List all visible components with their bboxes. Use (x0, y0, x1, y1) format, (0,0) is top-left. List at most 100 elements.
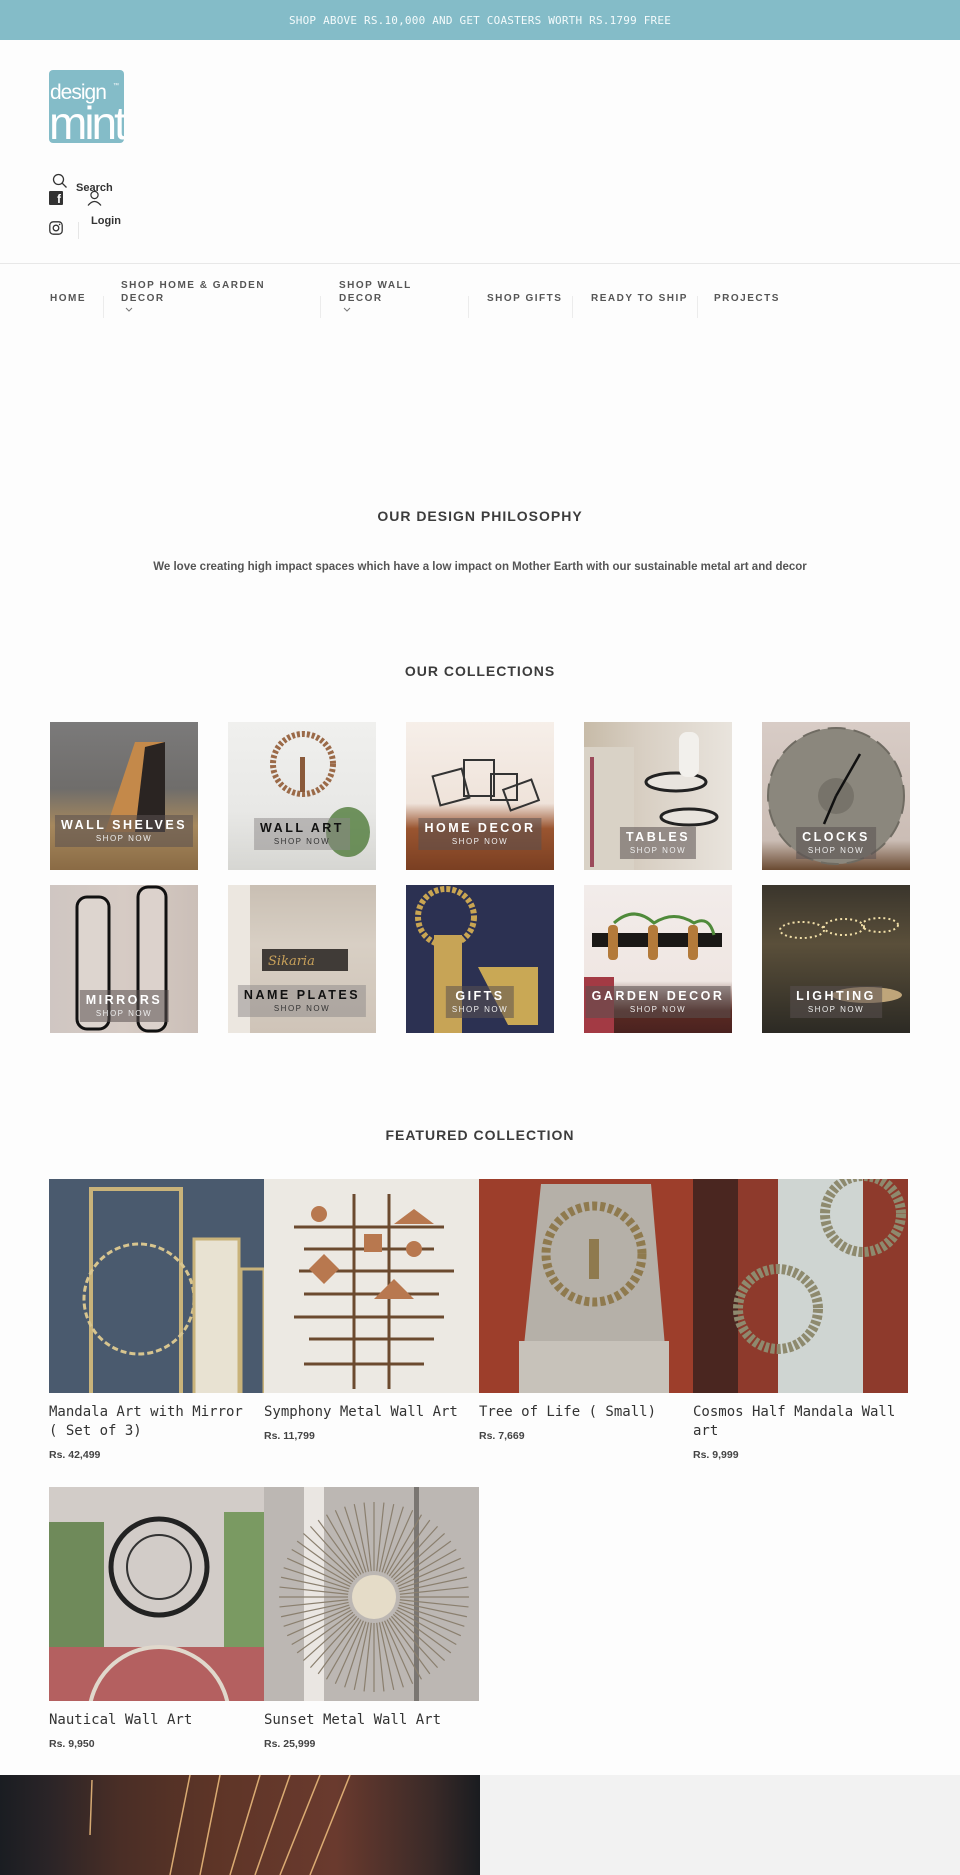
divider (78, 222, 79, 239)
shop-now-label: SHOP NOW (451, 837, 509, 846)
collection-tile-home-decor[interactable]: HOME DECOR SHOP NOW (406, 722, 554, 870)
chevron-down-icon (343, 303, 424, 316)
collection-label: WALL ART (260, 821, 344, 835)
facebook-icon[interactable]: f (49, 191, 63, 205)
product-card[interactable]: Nautical Wall Art Rs. 9,950 (49, 1487, 264, 1750)
shop-now-label: SHOP NOW (807, 846, 865, 855)
nav-item-ready-to-ship[interactable]: READY TO SHIP (591, 292, 688, 305)
nav-divider (697, 296, 698, 318)
nav-item-shop-home-garden-decor[interactable]: SHOP HOME & GARDEN DECOR (121, 279, 281, 316)
collection-tile-gifts[interactable]: GIFTS SHOP NOW (406, 885, 554, 1033)
collection-overlay: MIRRORS SHOP NOW (79, 990, 169, 1022)
logo-trademark: ™ (113, 83, 119, 89)
product-image (49, 1487, 264, 1701)
product-name[interactable]: Cosmos Half Mandala Wall art (693, 1403, 903, 1441)
shop-now-label: SHOP NOW (629, 846, 687, 855)
collection-label: LIGHTING (796, 989, 876, 1003)
product-price: Rs. 9,950 (49, 1738, 95, 1750)
collection-label: HOME DECOR (424, 821, 536, 835)
chevron-down-icon (125, 303, 281, 316)
product-card[interactable]: Symphony Metal Wall Art Rs. 11,799 (264, 1179, 479, 1442)
banner-panel (480, 1775, 960, 1875)
sunburst-ray (363, 1502, 372, 1572)
sunburst-ray (399, 1599, 469, 1608)
product-name[interactable]: Tree of Life ( Small) (479, 1403, 689, 1422)
collection-tile-clocks[interactable]: CLOCKS SHOP NOW (762, 722, 910, 870)
collection-image (105, 742, 165, 832)
product-name[interactable]: Nautical Wall Art (49, 1711, 259, 1730)
product-image (693, 1179, 908, 1393)
product-image (264, 1179, 479, 1393)
collection-tile-garden-decor[interactable]: GARDEN DECOR SHOP NOW (584, 885, 732, 1033)
collection-label: GARDEN DECOR (591, 989, 725, 1003)
collection-tile-wall-shelves[interactable]: WALL SHELVES SHOP NOW (50, 722, 198, 870)
collection-label: WALL SHELVES (60, 818, 188, 832)
header-divider (0, 263, 960, 264)
product-image-art (279, 1487, 469, 1701)
sunburst-ray (378, 1503, 395, 1572)
product-name[interactable]: Sunset Metal Wall Art (264, 1711, 474, 1730)
collection-tile-mirrors[interactable]: MIRRORS SHOP NOW (50, 885, 198, 1033)
collection-overlay: HOME DECOR SHOP NOW (418, 818, 542, 850)
collection-label: CLOCKS (802, 830, 870, 844)
product-card[interactable]: Cosmos Half Mandala Wall art Rs. 9,999 (693, 1179, 908, 1461)
product-image (479, 1179, 694, 1393)
sunburst-ray (399, 1601, 468, 1618)
nav-divider (468, 296, 469, 318)
brand-logo[interactable]: design ™ mint (49, 70, 124, 143)
collection-tile-lighting[interactable]: LIGHTING SHOP NOW (762, 885, 910, 1033)
shop-now-label: SHOP NOW (451, 1005, 509, 1014)
featured-title: FEATURED COLLECTION (385, 1127, 575, 1143)
login-link[interactable]: Login (91, 215, 121, 227)
product-image-art (519, 1184, 669, 1393)
product-price: Rs. 11,799 (264, 1430, 315, 1442)
nav-item-home[interactable]: HOME (50, 292, 86, 305)
sunburst-ray (353, 1622, 370, 1691)
logo-text-mint: mint (49, 97, 124, 143)
product-name[interactable]: Mandala Art with Mirror ( Set of 3) (49, 1403, 259, 1441)
philosophy-title: OUR DESIGN PHILOSOPHY (377, 508, 583, 524)
instagram-icon[interactable] (49, 221, 63, 240)
sunburst-ray (353, 1503, 370, 1572)
shop-now-label: SHOP NOW (273, 1004, 331, 1013)
collection-label: NAME PLATES (243, 988, 361, 1002)
user-icon[interactable] (87, 190, 102, 211)
shop-now-label: SHOP NOW (95, 1009, 153, 1018)
collection-tile-tables[interactable]: TABLES SHOP NOW (584, 722, 732, 870)
collection-overlay: GIFTS SHOP NOW (445, 986, 515, 1018)
product-name[interactable]: Symphony Metal Wall Art (264, 1403, 474, 1422)
nav-label: SHOP GIFTS (487, 293, 563, 304)
shop-now-label: SHOP NOW (629, 1005, 687, 1014)
sunburst-ray (399, 1576, 468, 1593)
shop-now-label: SHOP NOW (273, 837, 331, 846)
nav-divider (572, 296, 573, 318)
shop-now-label: SHOP NOW (807, 1005, 865, 1014)
collection-label: TABLES (625, 830, 691, 844)
sunburst-ray (376, 1622, 385, 1692)
sunburst-ray (378, 1622, 395, 1691)
nav-label: HOME (50, 293, 86, 304)
product-card[interactable]: Tree of Life ( Small) Rs. 7,669 (479, 1179, 694, 1442)
product-image (49, 1179, 264, 1393)
shop-now-label: SHOP NOW (95, 834, 153, 843)
product-card[interactable]: Sunset Metal Wall Art Rs. 25,999 (264, 1487, 479, 1750)
announcement-text: SHOP ABOVE RS.10,000 AND GET COASTERS WO… (288, 13, 672, 27)
sunburst-ray (399, 1586, 469, 1595)
facebook-glyph: f (57, 192, 61, 205)
nav-item-shop-wall-decor[interactable]: SHOP WALL DECOR (339, 279, 424, 316)
product-image-art (294, 1194, 454, 1389)
collection-overlay: WALL SHELVES SHOP NOW (54, 815, 194, 847)
collection-overlay: GARDEN DECOR SHOP NOW (585, 986, 731, 1018)
product-price: Rs. 7,669 (479, 1430, 525, 1442)
collection-label: GIFTS (455, 989, 505, 1003)
collection-label: MIRRORS (85, 993, 163, 1007)
collection-tile-wall-art[interactable]: WALL ART SHOP NOW (228, 722, 376, 870)
product-price: Rs. 9,999 (693, 1449, 739, 1461)
nav-label: SHOP HOME & GARDEN DECOR (121, 280, 266, 304)
nav-item-projects[interactable]: PROJECTS (714, 292, 780, 305)
product-price: Rs. 25,999 (264, 1738, 316, 1750)
collection-tile-name-plates[interactable]: Sikaria NAME PLATES SHOP NOW (228, 885, 376, 1033)
product-card[interactable]: Mandala Art with Mirror ( Set of 3) Rs. … (49, 1179, 264, 1461)
sunburst-ray (376, 1502, 385, 1572)
nav-item-shop-gifts[interactable]: SHOP GIFTS (487, 292, 562, 305)
